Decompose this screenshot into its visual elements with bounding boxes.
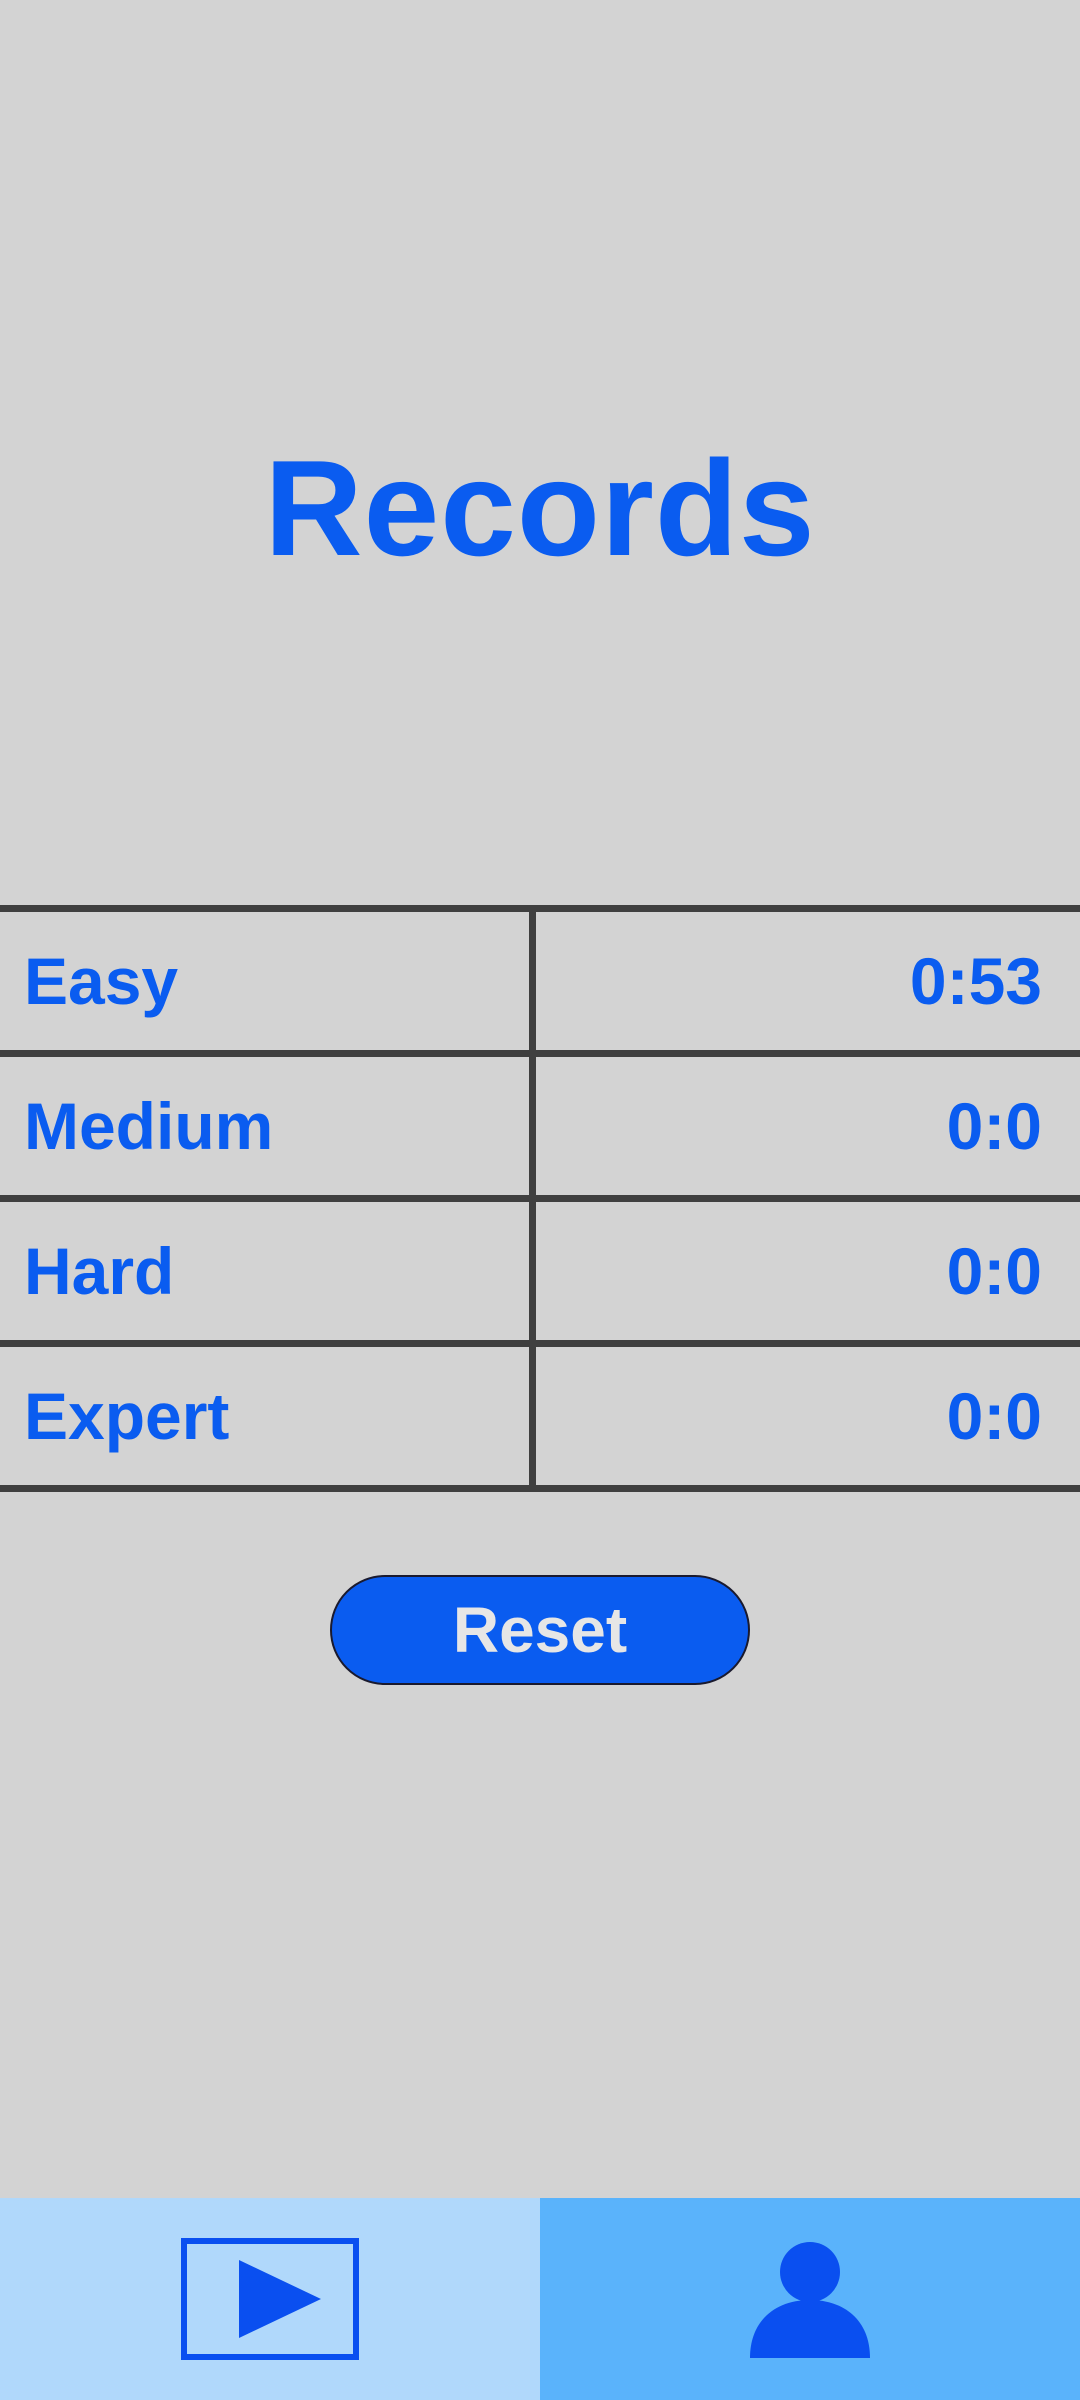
table-row-easy: Easy 0:53 (0, 912, 1080, 1057)
record-time: 0:53 (909, 944, 1042, 1018)
person-icon (750, 2242, 870, 2358)
difficulty-label: Expert (0, 1347, 536, 1485)
table-row-expert: Expert 0:0 (0, 1347, 1080, 1492)
table-row-medium: Medium 0:0 (0, 1057, 1080, 1202)
records-screen: Records Easy 0:53 Medium 0:0 Hard 0:0 Ex… (0, 0, 1080, 2400)
bottom-nav (0, 2198, 1080, 2400)
difficulty-label: Medium (0, 1057, 536, 1195)
record-time: 0:0 (946, 1379, 1042, 1453)
tab-play[interactable] (0, 2198, 540, 2400)
tab-profile[interactable] (540, 2198, 1080, 2400)
reset-button[interactable]: Reset (330, 1575, 750, 1685)
record-time: 0:0 (946, 1089, 1042, 1163)
difficulty-label: Hard (0, 1202, 536, 1340)
page-title: Records (264, 432, 816, 584)
play-icon (181, 2238, 359, 2360)
difficulty-label: Easy (0, 912, 536, 1050)
records-table: Easy 0:53 Medium 0:0 Hard 0:0 Expert 0:0 (0, 905, 1080, 1492)
record-time: 0:0 (946, 1234, 1042, 1308)
table-row-hard: Hard 0:0 (0, 1202, 1080, 1347)
